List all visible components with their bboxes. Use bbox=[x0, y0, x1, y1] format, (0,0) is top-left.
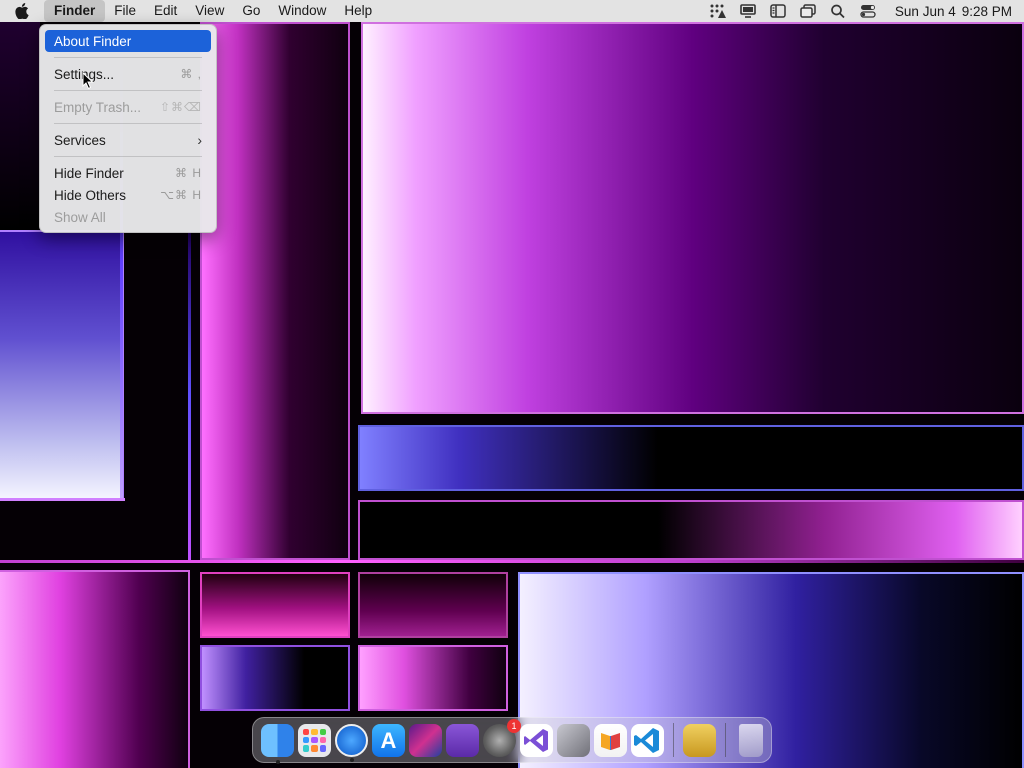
display-icon[interactable] bbox=[733, 3, 763, 19]
menu-item-about-finder[interactable]: About Finder bbox=[45, 30, 211, 52]
menu-go[interactable]: Go bbox=[233, 0, 269, 22]
menu-file[interactable]: File bbox=[105, 0, 145, 22]
sidebar-icon[interactable] bbox=[763, 3, 793, 19]
menu-item-shortcut: ⇧⌘⌫ bbox=[159, 100, 202, 114]
vscode-icon[interactable] bbox=[631, 723, 664, 757]
control-center-icon[interactable] bbox=[853, 3, 883, 19]
safari-icon[interactable] bbox=[335, 723, 368, 762]
menu-item-shortcut: ⌘ H bbox=[175, 166, 202, 180]
dock-separator bbox=[725, 723, 726, 757]
photo-editor-icon[interactable] bbox=[409, 723, 442, 757]
chevron-right-icon: › bbox=[197, 132, 202, 148]
menu-item-hide-finder[interactable]: Hide Finder ⌘ H bbox=[45, 162, 211, 184]
system-settings-icon[interactable]: 1 bbox=[483, 718, 521, 757]
trash-icon[interactable] bbox=[739, 723, 763, 757]
archive-utility-icon[interactable] bbox=[683, 723, 716, 757]
menu-item-label: About Finder bbox=[54, 33, 132, 49]
accessibility-icon[interactable] bbox=[703, 3, 733, 19]
dock: A 1 bbox=[252, 717, 772, 764]
menu-window[interactable]: Window bbox=[269, 0, 335, 22]
menu-bar: Finder File Edit View Go Window Help Sun… bbox=[0, 0, 1024, 22]
finder-icon[interactable] bbox=[261, 723, 294, 764]
menubar-clock[interactable]: Sun Jun 4 9:28 PM bbox=[895, 4, 1012, 19]
finder-menu-dropdown: About Finder Settings... ⌘ , Empty Trash… bbox=[39, 24, 217, 233]
time-text: 9:28 PM bbox=[961, 3, 1012, 19]
xcode-icon[interactable] bbox=[557, 723, 590, 757]
menu-separator bbox=[54, 123, 202, 124]
search-icon[interactable] bbox=[823, 3, 853, 19]
menu-item-shortcut: ⌘ , bbox=[180, 67, 202, 81]
visual-studio-icon[interactable] bbox=[520, 723, 553, 757]
menu-edit[interactable]: Edit bbox=[145, 0, 186, 22]
date-text: Sun Jun 4 bbox=[894, 3, 956, 19]
app-store-icon[interactable]: A bbox=[372, 723, 405, 757]
menu-item-label: Hide Others bbox=[54, 187, 127, 203]
menu-item-hide-others[interactable]: Hide Others ⌥⌘ H bbox=[45, 184, 211, 206]
menu-separator bbox=[54, 156, 202, 157]
menu-item-show-all: Show All bbox=[45, 206, 211, 228]
books-icon[interactable] bbox=[594, 723, 627, 757]
menu-finder[interactable]: Finder bbox=[44, 0, 106, 22]
menu-item-label: Settings... bbox=[54, 67, 180, 82]
menu-item-label: Services bbox=[54, 132, 106, 148]
menu-item-empty-trash: Empty Trash... ⇧⌘⌫ bbox=[45, 96, 211, 118]
menu-item-label: Empty Trash... bbox=[54, 99, 142, 115]
menu-item-label: Hide Finder bbox=[54, 165, 124, 181]
menu-view[interactable]: View bbox=[186, 0, 233, 22]
menu-separator bbox=[54, 57, 202, 58]
notification-badge: 1 bbox=[507, 718, 521, 733]
menu-item-services[interactable]: Services › bbox=[45, 129, 211, 151]
menu-help[interactable]: Help bbox=[335, 0, 381, 22]
window-icon[interactable] bbox=[793, 3, 823, 19]
menu-item-label: Show All bbox=[54, 209, 106, 225]
apple-menu-icon[interactable] bbox=[0, 0, 44, 22]
menu-separator bbox=[54, 90, 202, 91]
database-icon[interactable] bbox=[446, 723, 479, 757]
mouse-cursor-icon bbox=[82, 71, 94, 95]
menu-item-shortcut: ⌥⌘ H bbox=[160, 188, 202, 202]
menu-item-settings[interactable]: Settings... ⌘ , bbox=[45, 63, 211, 85]
dock-separator bbox=[673, 723, 674, 757]
launchpad-icon[interactable] bbox=[298, 723, 331, 757]
